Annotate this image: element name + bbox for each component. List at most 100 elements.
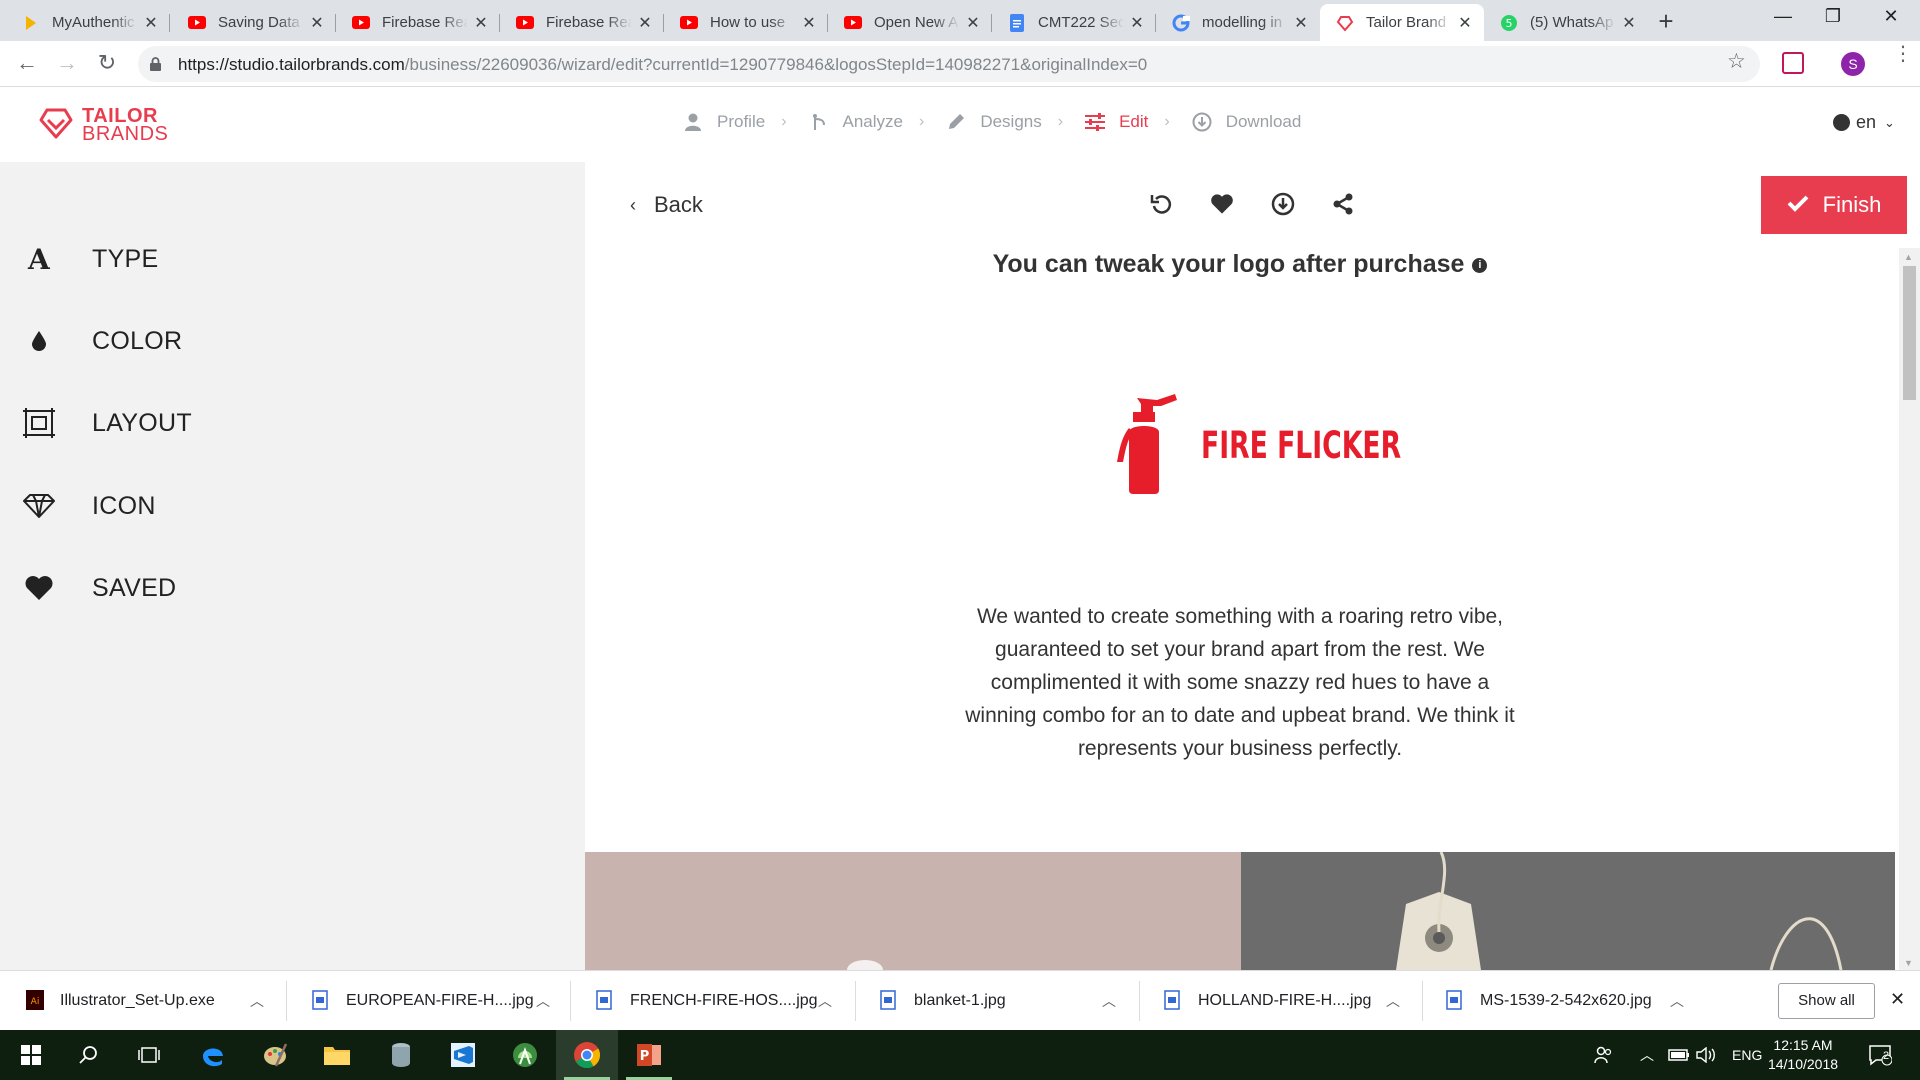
language-indicator[interactable]: ENG (1732, 1030, 1762, 1080)
database-app-icon[interactable] (370, 1030, 432, 1080)
download-item[interactable]: FRENCH-FIRE-HOS....jpg ︿ (596, 971, 846, 1031)
close-icon[interactable]: ✕ (472, 13, 490, 33)
download-item[interactable]: Ai Illustrator_Set-Up.exe ︿ (26, 971, 276, 1031)
system-clock[interactable]: 12:15 AM 14/10/2018 (1764, 1036, 1842, 1074)
profile-avatar[interactable]: S (1841, 52, 1865, 76)
browser-tab-active[interactable]: Tailor Brand ✕ (1320, 4, 1484, 41)
favorite-heart-icon[interactable] (1208, 190, 1236, 218)
finish-button[interactable]: Finish (1761, 176, 1907, 234)
notifications-icon[interactable]: 2 (1868, 1030, 1892, 1080)
close-icon[interactable]: ✕ (1890, 989, 1905, 1010)
close-icon[interactable]: ✕ (142, 13, 160, 33)
download-item[interactable]: blanket-1.jpg ︿ (880, 971, 1130, 1031)
chevron-right-icon: › (1057, 113, 1064, 130)
people-icon[interactable] (1594, 1030, 1614, 1080)
minimize-button[interactable]: — (1758, 6, 1808, 27)
chevron-up-icon[interactable]: ︿ (818, 991, 832, 1011)
browser-tab[interactable]: CMT222 Sec ✕ (992, 4, 1156, 41)
user-icon (683, 112, 703, 132)
chevron-up-icon[interactable]: ︿ (1640, 1030, 1654, 1080)
window-close-button[interactable]: ✕ (1866, 6, 1916, 27)
close-icon[interactable]: ✕ (800, 13, 818, 33)
download-item[interactable]: MS-1539-2-542x620.jpg ︿ (1446, 971, 1696, 1031)
browser-tab[interactable]: modelling in ✕ (1156, 4, 1320, 41)
scrollbar-thumb[interactable] (1903, 266, 1916, 400)
check-icon (1787, 192, 1809, 218)
download-icon[interactable] (1269, 190, 1297, 218)
battery-icon[interactable] (1668, 1030, 1690, 1080)
notification-count: 2 (1883, 1050, 1890, 1062)
undo-icon[interactable] (1148, 190, 1176, 218)
browser-tab[interactable]: Firebase Rea ✕ (336, 4, 500, 41)
task-view-icon[interactable] (118, 1030, 180, 1080)
file-explorer-icon[interactable] (306, 1030, 368, 1080)
browser-menu-icon[interactable]: ⋮ (1893, 44, 1913, 64)
close-icon[interactable]: ✕ (1620, 13, 1638, 33)
paint-app-icon[interactable] (244, 1030, 306, 1080)
visual-studio-icon[interactable] (432, 1030, 494, 1080)
step-edit[interactable]: Edit › (1085, 112, 1170, 132)
search-icon[interactable] (58, 1030, 120, 1080)
back-arrow-icon[interactable]: ← (14, 51, 40, 77)
download-item[interactable]: EUROPEAN-FIRE-H....jpg ︿ (312, 971, 562, 1031)
close-icon[interactable]: ✕ (308, 13, 326, 33)
edge-browser-icon[interactable] (182, 1030, 244, 1080)
editor-main: ‹ Back Finish You can tweak your logo af… (585, 162, 1920, 970)
browser-tab[interactable]: 5 (5) WhatsAp ✕ (1484, 4, 1648, 41)
chevron-up-icon[interactable]: ︿ (250, 991, 264, 1011)
android-studio-icon[interactable] (494, 1030, 556, 1080)
youtube-icon (188, 14, 206, 32)
show-all-downloads-button[interactable]: Show all (1778, 983, 1875, 1019)
share-icon[interactable] (1329, 190, 1357, 218)
url-text: https://studio.tailorbrands.com/business… (178, 55, 1148, 74)
chrome-icon[interactable] (556, 1030, 618, 1080)
scroll-up-icon[interactable]: ▲ (1904, 252, 1913, 262)
chevron-up-icon[interactable]: ︿ (536, 991, 550, 1011)
chevron-right-icon: › (1164, 113, 1170, 130)
logo-text: FIRE FLICKER (1201, 424, 1402, 467)
extension-icon[interactable] (1782, 52, 1804, 74)
step-download[interactable]: Download (1192, 112, 1301, 132)
download-item[interactable]: HOLLAND-FIRE-H....jpg ︿ (1164, 971, 1414, 1031)
brand-logo[interactable]: TAILOR BRANDS (38, 104, 168, 145)
sidebar-item-icon[interactable]: ICON (22, 489, 156, 523)
scroll-down-icon[interactable]: ▼ (1904, 958, 1913, 968)
chevron-up-icon[interactable]: ︿ (1102, 991, 1116, 1011)
close-icon[interactable]: ✕ (1128, 13, 1146, 33)
volume-icon[interactable] (1696, 1030, 1716, 1080)
windows-start-icon[interactable] (0, 1030, 62, 1080)
logo-preview: FIRE FLICKER (1115, 390, 1479, 501)
browser-tab[interactable]: Open New A ✕ (828, 4, 992, 41)
image-file-icon (1164, 990, 1182, 1012)
sidebar-item-color[interactable]: COLOR (22, 324, 182, 358)
forward-arrow-icon[interactable]: → (54, 51, 80, 77)
browser-tab[interactable]: Firebase Rea ✕ (500, 4, 664, 41)
step-analyze[interactable]: Analyze › (809, 112, 924, 132)
bookmark-star-icon[interactable]: ☆ (1727, 49, 1746, 74)
info-icon[interactable]: i (1472, 257, 1488, 273)
sidebar-item-type[interactable]: A TYPE (22, 242, 159, 276)
powerpoint-icon[interactable]: P (618, 1030, 680, 1080)
address-bar[interactable]: https://studio.tailorbrands.com/business… (138, 46, 1760, 82)
browser-tab[interactable]: How to use ✕ (664, 4, 828, 41)
sidebar-item-saved[interactable]: SAVED (22, 571, 176, 605)
close-icon[interactable]: ✕ (1292, 13, 1310, 33)
reload-icon[interactable]: ↻ (94, 51, 120, 77)
chevron-up-icon[interactable]: ︿ (1670, 991, 1684, 1011)
language-selector[interactable]: en ⌄ (1833, 112, 1895, 133)
main-scrollbar[interactable]: ▲ ▼ (1899, 248, 1920, 970)
close-icon[interactable]: ✕ (1456, 13, 1474, 33)
maximize-button[interactable]: ❐ (1808, 6, 1858, 27)
back-button[interactable]: ‹ Back (630, 192, 703, 218)
close-icon[interactable]: ✕ (636, 13, 654, 33)
sidebar-item-layout[interactable]: LAYOUT (22, 406, 192, 440)
chevron-up-icon[interactable]: ︿ (1386, 991, 1400, 1011)
step-profile[interactable]: Profile › (683, 112, 787, 132)
new-tab-button[interactable]: + (1652, 8, 1680, 36)
pencil-icon (946, 112, 966, 132)
close-icon[interactable]: ✕ (964, 13, 982, 33)
browser-tab[interactable]: Saving Data ✕ (172, 4, 336, 41)
browser-tab[interactable]: MyAuthentic ✕ (6, 4, 170, 41)
step-designs[interactable]: Designs › (946, 112, 1063, 132)
browser-tab-strip: MyAuthentic ✕ Saving Data ✕ Firebase Rea… (0, 0, 1920, 41)
